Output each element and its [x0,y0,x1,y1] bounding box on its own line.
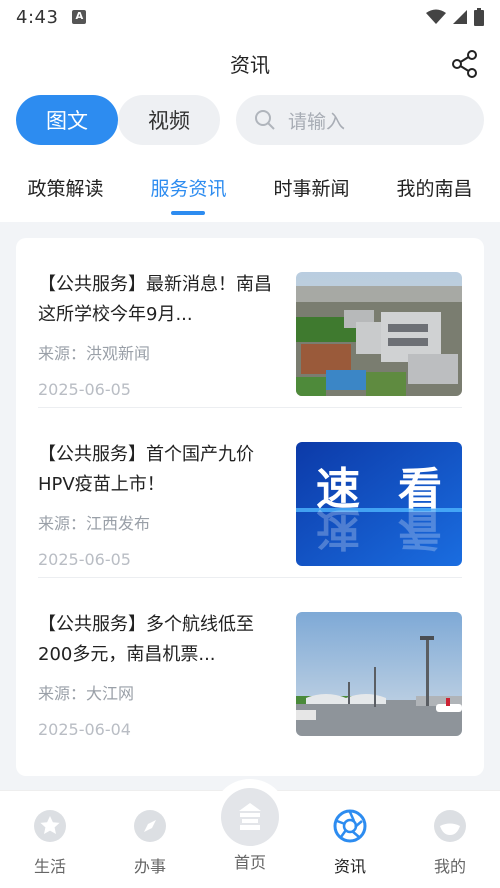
page-header: 资讯 [0,34,500,92]
media-toggle-and-search: 图文 视频 请输入 [0,94,500,146]
article-date: 2025-06-05 [38,550,131,569]
tab-service-news[interactable]: 服务资讯 [150,160,226,201]
status-icons [426,8,484,26]
nav-label: 资讯 [333,857,366,876]
article-thumbnail [296,272,462,396]
article-title: 【公共服务】多个航线低至200多元，南昌机票... [38,614,254,665]
thumb-reflection-2: 看 [398,503,442,554]
aperture-icon [333,809,367,843]
airport-photo [296,612,462,736]
page-title: 资讯 [230,52,270,77]
article-item[interactable]: 【公共服务】首个国产九价HPV疫苗上市！ 来源：江西发布 2025-06-05 … [38,408,462,578]
campus-aerial-photo [296,272,462,396]
battery-icon [474,8,484,26]
compass-icon [134,810,166,842]
profile-icon [434,810,466,842]
notification-icon: A [72,10,87,24]
tab-my-nanchang[interactable]: 我的南昌 [396,160,472,201]
article-title: 【公共服务】最新消息！南昌这所学校今年9月... [38,274,272,325]
nav-label: 办事 [133,857,166,876]
tab-current-news[interactable]: 时事新闻 [273,160,349,201]
status-time: 4:43 [16,6,59,28]
article-text: 【公共服务】多个航线低至200多元，南昌机票... 来源：大江网 2025-06… [38,610,296,748]
home-logo-icon[interactable] [212,779,288,855]
article-text: 【公共服务】首个国产九价HPV疫苗上市！ 来源：江西发布 2025-06-05 [38,440,296,577]
article-source: 来源：洪观新闻 [38,344,151,363]
search-icon [255,110,275,130]
tab-policy-interpretation[interactable]: 政策解读 [27,160,103,201]
article-title: 【公共服务】首个国产九价HPV疫苗上市！ [38,444,254,495]
wifi-icon [426,9,446,24]
article-source: 来源：江西发布 [38,514,151,533]
search-input[interactable]: 请输入 [236,95,484,145]
nav-mine[interactable]: 我的 [400,791,500,888]
article-thumbnail [296,612,462,736]
bottom-nav: 生活 办事 首页 资讯 我的 [0,779,500,888]
nav-services[interactable]: 办事 [100,791,200,888]
nav-label: 生活 [33,857,66,876]
nav-label: 我的 [433,857,466,876]
article-thumbnail: 速 看 速 看 [296,442,462,566]
status-bar: 4:43 A [0,0,500,34]
nav-news[interactable]: 资讯 [300,791,400,888]
category-tabs: 政策解读 服务资讯 时事新闻 我的南昌 [0,160,500,220]
article-list: 【公共服务】最新消息！南昌这所学校今年9月... 来源：洪观新闻 2025-06… [16,238,484,776]
star-icon [34,810,66,842]
content-area: 【公共服务】最新消息！南昌这所学校今年9月... 来源：洪观新闻 2025-06… [0,222,500,790]
article-source: 来源：大江网 [38,684,135,703]
article-item[interactable]: 【公共服务】多个航线低至200多元，南昌机票... 来源：大江网 2025-06… [38,578,462,748]
article-text: 【公共服务】最新消息！南昌这所学校今年9月... 来源：洪观新闻 2025-06… [38,270,296,407]
tab-image-text[interactable]: 图文 [16,95,118,145]
search-placeholder: 请输入 [288,110,346,133]
nav-life[interactable]: 生活 [0,791,100,888]
quick-look-banner: 速 看 速 看 [296,442,462,566]
article-item[interactable]: 【公共服务】最新消息！南昌这所学校今年9月... 来源：洪观新闻 2025-06… [38,238,462,408]
tab-video[interactable]: 视频 [118,95,220,145]
article-date: 2025-06-05 [38,380,131,399]
thumb-reflection-1: 速 [316,503,360,554]
share-icon[interactable] [450,49,480,79]
signal-icon [453,10,467,24]
home-emblem-icon [239,803,261,830]
article-date: 2025-06-04 [38,720,131,739]
